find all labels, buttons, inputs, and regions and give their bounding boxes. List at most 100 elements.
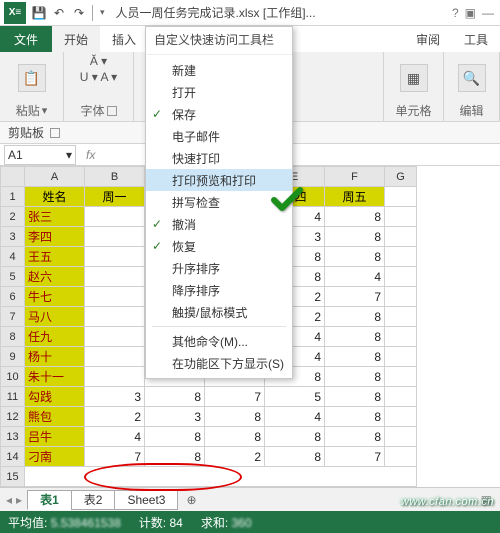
name-cell[interactable]: 勾践 bbox=[25, 387, 85, 407]
sheet-nav[interactable]: ◂▸ bbox=[0, 493, 28, 507]
row-header[interactable]: 13 bbox=[1, 427, 25, 447]
edit-find-icon[interactable]: 🔍 bbox=[458, 64, 486, 92]
data-cell[interactable] bbox=[85, 207, 145, 227]
tab-file[interactable]: 文件 bbox=[0, 26, 52, 52]
save-icon[interactable]: 💾 bbox=[30, 4, 48, 22]
font-underline-icon[interactable]: U ▾ A ▾ bbox=[80, 70, 117, 84]
data-cell[interactable]: 4 bbox=[325, 267, 385, 287]
dialog-launcher-icon[interactable] bbox=[107, 106, 117, 116]
data-cell[interactable] bbox=[85, 367, 145, 387]
row-header[interactable]: 3 bbox=[1, 227, 25, 247]
data-cell[interactable]: 7 bbox=[85, 447, 145, 467]
data-cell[interactable]: 8 bbox=[145, 447, 205, 467]
row-header[interactable]: 9 bbox=[1, 347, 25, 367]
row-header[interactable]: 8 bbox=[1, 327, 25, 347]
cells-icon[interactable]: ▦ bbox=[400, 64, 428, 92]
data-cell[interactable]: 3 bbox=[145, 407, 205, 427]
paste-icon[interactable]: 📋 bbox=[18, 64, 46, 92]
data-cell[interactable]: 8 bbox=[325, 387, 385, 407]
clipboard-launcher-icon[interactable] bbox=[50, 128, 60, 138]
data-cell[interactable]: 8 bbox=[265, 447, 325, 467]
header-cell[interactable]: 姓名 bbox=[25, 187, 85, 207]
data-cell[interactable]: 8 bbox=[325, 347, 385, 367]
data-cell[interactable]: 8 bbox=[325, 407, 385, 427]
menu-item[interactable]: 新建 bbox=[146, 59, 292, 81]
col-header[interactable]: G bbox=[385, 167, 417, 187]
chevron-down-icon[interactable]: ▾ bbox=[66, 148, 72, 162]
redo-icon[interactable]: ↷ bbox=[70, 4, 88, 22]
name-cell[interactable]: 杨十 bbox=[25, 347, 85, 367]
tab-insert[interactable]: 插入 bbox=[100, 26, 148, 52]
header-cell[interactable]: 周五 bbox=[325, 187, 385, 207]
tab-review[interactable]: 审阅 bbox=[404, 26, 452, 52]
undo-icon[interactable]: ↶ bbox=[50, 4, 68, 22]
ribbon-display-icon[interactable]: ▣ bbox=[465, 6, 476, 20]
sheet-tab[interactable]: Sheet3 bbox=[114, 490, 178, 510]
font-a-icon[interactable]: Ă ▾ bbox=[90, 54, 107, 68]
data-cell[interactable]: 8 bbox=[325, 327, 385, 347]
sheet-tab[interactable]: 表1 bbox=[27, 490, 72, 510]
fx-icon[interactable]: fx bbox=[80, 148, 101, 162]
row-header[interactable]: 11 bbox=[1, 387, 25, 407]
data-cell[interactable]: 8 bbox=[145, 427, 205, 447]
menu-item[interactable]: 降序排序 bbox=[146, 279, 292, 301]
menu-item[interactable]: 快速打印 bbox=[146, 147, 292, 169]
name-cell[interactable]: 王五 bbox=[25, 247, 85, 267]
name-cell[interactable]: 刁南 bbox=[25, 447, 85, 467]
menu-item[interactable]: 其他命令(M)... bbox=[146, 330, 292, 352]
menu-item[interactable]: 电子邮件 bbox=[146, 125, 292, 147]
data-cell[interactable] bbox=[85, 347, 145, 367]
row-header[interactable]: 15 bbox=[1, 467, 25, 487]
menu-item[interactable]: 触摸/鼠标模式 bbox=[146, 301, 292, 323]
data-cell[interactable]: 8 bbox=[325, 227, 385, 247]
data-cell[interactable]: 4 bbox=[265, 407, 325, 427]
menu-item[interactable]: 打开 bbox=[146, 81, 292, 103]
header-cell[interactable]: 周一 bbox=[85, 187, 145, 207]
row-header[interactable]: 12 bbox=[1, 407, 25, 427]
name-cell[interactable]: 朱十一 bbox=[25, 367, 85, 387]
data-cell[interactable]: 8 bbox=[325, 367, 385, 387]
data-cell[interactable]: 8 bbox=[265, 427, 325, 447]
data-cell[interactable]: 7 bbox=[205, 387, 265, 407]
name-cell[interactable]: 马八 bbox=[25, 307, 85, 327]
menu-item[interactable]: ✓保存 bbox=[146, 103, 292, 125]
name-cell[interactable]: 熊包 bbox=[25, 407, 85, 427]
data-cell[interactable] bbox=[85, 227, 145, 247]
name-cell[interactable]: 任九 bbox=[25, 327, 85, 347]
data-cell[interactable] bbox=[85, 267, 145, 287]
qat-more-button[interactable]: ▾ bbox=[97, 7, 108, 18]
data-cell[interactable]: 7 bbox=[325, 287, 385, 307]
tab-home[interactable]: 开始 bbox=[52, 26, 100, 52]
row-header[interactable]: 2 bbox=[1, 207, 25, 227]
data-cell[interactable] bbox=[85, 247, 145, 267]
data-cell[interactable] bbox=[85, 307, 145, 327]
name-cell[interactable]: 牛七 bbox=[25, 287, 85, 307]
row-header[interactable]: 4 bbox=[1, 247, 25, 267]
data-cell[interactable]: 8 bbox=[325, 427, 385, 447]
menu-item[interactable]: ✓恢复 bbox=[146, 235, 292, 257]
data-cell[interactable]: 5 bbox=[265, 387, 325, 407]
data-cell[interactable]: 8 bbox=[205, 407, 265, 427]
col-header[interactable]: B bbox=[85, 167, 145, 187]
row-header[interactable]: 10 bbox=[1, 367, 25, 387]
name-cell[interactable]: 张三 bbox=[25, 207, 85, 227]
name-box[interactable]: A1▾ bbox=[4, 145, 76, 165]
data-cell[interactable]: 2 bbox=[85, 407, 145, 427]
row-header[interactable]: 6 bbox=[1, 287, 25, 307]
data-cell[interactable]: 8 bbox=[325, 207, 385, 227]
name-cell[interactable]: 吕牛 bbox=[25, 427, 85, 447]
row-header[interactable]: 1 bbox=[1, 187, 25, 207]
minimize-icon[interactable]: — bbox=[482, 6, 494, 20]
col-header[interactable]: A bbox=[25, 167, 85, 187]
row-header[interactable]: 5 bbox=[1, 267, 25, 287]
name-cell[interactable]: 李四 bbox=[25, 227, 85, 247]
data-cell[interactable] bbox=[85, 287, 145, 307]
row-header[interactable]: 14 bbox=[1, 447, 25, 467]
menu-item[interactable]: 在功能区下方显示(S) bbox=[146, 352, 292, 374]
data-cell[interactable]: 2 bbox=[205, 447, 265, 467]
col-header[interactable]: F bbox=[325, 167, 385, 187]
help-icon[interactable]: ? bbox=[452, 6, 459, 20]
tab-tools[interactable]: 工具 bbox=[452, 26, 500, 52]
data-cell[interactable]: 8 bbox=[205, 427, 265, 447]
data-cell[interactable]: 8 bbox=[325, 247, 385, 267]
